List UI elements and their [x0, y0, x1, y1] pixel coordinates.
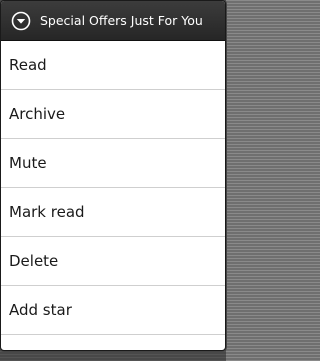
menu-item-read[interactable]: Read	[1, 41, 225, 90]
dialog-title: Special Offers Just For You	[40, 13, 203, 28]
menu-item-delete[interactable]: Delete	[1, 237, 225, 286]
menu-item-mark-read[interactable]: Mark read	[1, 188, 225, 237]
chevron-down-circle-icon	[11, 11, 31, 30]
context-menu-dialog: Special Offers Just For You Read Archive…	[0, 0, 226, 351]
dialog-title-bar: Special Offers Just For You	[1, 1, 225, 41]
menu-list: Read Archive Mute Mark read Delete Add s…	[1, 41, 225, 335]
menu-item-mute[interactable]: Mute	[1, 139, 225, 188]
menu-item-add-star[interactable]: Add star	[1, 286, 225, 335]
menu-item-archive[interactable]: Archive	[1, 90, 225, 139]
